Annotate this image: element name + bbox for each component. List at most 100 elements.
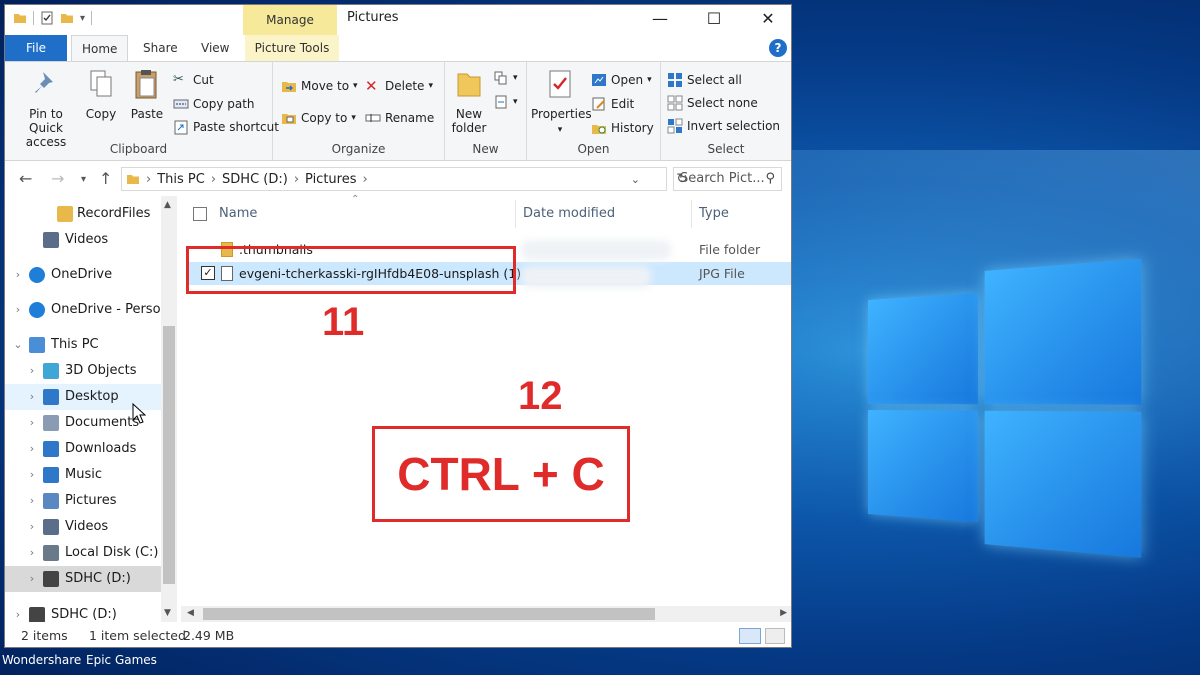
chevron-right-icon[interactable]: ›: [27, 384, 37, 410]
taskbar-app-wondershare[interactable]: Wondershare: [2, 650, 81, 670]
move-to-button[interactable]: Move to ▾: [281, 76, 358, 96]
new-group: New folder ▾ ▾ New: [445, 62, 527, 160]
scrollbar-thumb[interactable]: [163, 326, 175, 584]
nav-item[interactable]: › SDHC (D:): [5, 602, 161, 622]
nav-item[interactable]: › Downloads: [5, 436, 161, 462]
details-view-icon[interactable]: [739, 628, 761, 644]
open-button[interactable]: Open ▾: [591, 70, 652, 90]
breadcrumb-separator: ›: [210, 171, 217, 187]
customize-qat-icon[interactable]: ▾: [80, 13, 85, 24]
minimize-button[interactable]: —: [637, 5, 683, 33]
back-arrow-icon[interactable]: ←: [19, 169, 32, 188]
search-input[interactable]: Search Pict... ⚲: [673, 167, 782, 191]
copy-button[interactable]: Copy: [83, 68, 119, 121]
paste-button[interactable]: Paste: [127, 68, 167, 121]
chevron-right-icon[interactable]: ›: [13, 262, 23, 288]
nav-item[interactable]: ⌄ This PC: [5, 332, 161, 358]
copy-to-button[interactable]: Copy to ▾: [281, 108, 356, 128]
nav-item[interactable]: › Music: [5, 462, 161, 488]
maximize-button[interactable]: ☐: [691, 5, 737, 33]
edit-label: Edit: [611, 97, 635, 111]
nav-item[interactable]: Videos: [5, 227, 161, 253]
nav-item[interactable]: › SDHC (D:): [5, 566, 161, 592]
paste-shortcut-icon: [174, 120, 188, 135]
chevron-right-icon[interactable]: ›: [27, 540, 37, 566]
up-arrow-icon[interactable]: ↑: [99, 169, 112, 188]
navigation-scrollbar[interactable]: ▲ ▼: [161, 196, 177, 622]
new-item-button[interactable]: ▾: [493, 68, 518, 88]
properties-button[interactable]: Properties ▾: [531, 68, 592, 137]
edit-button[interactable]: Edit: [591, 94, 634, 114]
pictures-icon: [43, 493, 59, 509]
tab-view[interactable]: View: [191, 35, 239, 61]
nav-item[interactable]: › OneDrive: [5, 262, 161, 288]
column-date-modified[interactable]: Date modified: [523, 196, 615, 232]
tab-share[interactable]: Share: [133, 35, 188, 61]
nav-item[interactable]: › OneDrive - Person: [5, 297, 169, 323]
chevron-right-icon[interactable]: ›: [27, 566, 37, 592]
chevron-right-icon[interactable]: ›: [27, 488, 37, 514]
scroll-up-icon[interactable]: ▲: [164, 200, 171, 210]
history-button[interactable]: History: [591, 118, 654, 138]
select-all-button[interactable]: Select all: [667, 70, 742, 90]
nav-item[interactable]: › 3D Objects: [5, 358, 161, 384]
new-folder-icon[interactable]: [60, 11, 74, 25]
chevron-right-icon[interactable]: ›: [27, 410, 37, 436]
scroll-right-icon[interactable]: ▶: [780, 608, 787, 618]
nav-item[interactable]: › Pictures: [5, 488, 161, 514]
address-bar[interactable]: › This PC › SDHC (D:) › Pictures › ⌄ ↻: [121, 167, 688, 191]
chevron-right-icon[interactable]: ›: [13, 297, 23, 323]
invert-selection-button[interactable]: Invert selection: [667, 116, 780, 136]
help-icon[interactable]: ?: [769, 39, 787, 57]
tab-picture-tools[interactable]: Picture Tools: [245, 35, 339, 61]
new-folder-button[interactable]: New folder: [449, 68, 489, 135]
breadcrumb-this-pc[interactable]: This PC: [157, 172, 205, 187]
delete-button[interactable]: ✕ Delete ▾: [365, 76, 433, 96]
properties-icon[interactable]: [40, 11, 54, 25]
status-bar: 2 items 1 item selected 2.49 MB: [5, 625, 791, 647]
chevron-right-icon[interactable]: ›: [27, 514, 37, 540]
rename-button[interactable]: Rename: [365, 108, 434, 128]
scroll-left-icon[interactable]: ◀: [187, 608, 194, 618]
nav-item-label: This PC: [51, 337, 99, 352]
breadcrumb-sdhc[interactable]: SDHC (D:): [222, 172, 288, 187]
copy-path-button[interactable]: Copy path: [173, 94, 255, 114]
select-all-checkbox[interactable]: [193, 207, 207, 221]
tab-file[interactable]: File: [5, 35, 67, 61]
chevron-right-icon[interactable]: ›: [13, 602, 23, 622]
pin-icon: [35, 72, 53, 93]
pin-to-quick-access-button[interactable]: Pin to Quick access: [11, 68, 81, 149]
large-icons-view-icon[interactable]: [765, 628, 785, 644]
paste-icon: [135, 70, 157, 99]
chevron-down-icon: ▾: [428, 81, 433, 91]
column-name[interactable]: Name: [219, 196, 257, 232]
tab-home[interactable]: Home: [71, 35, 129, 62]
taskbar-app-epic-games[interactable]: Epic Games: [86, 650, 157, 670]
address-dropdown-icon[interactable]: ⌄: [631, 173, 640, 186]
horizontal-scrollbar-thumb[interactable]: [203, 608, 655, 620]
column-type[interactable]: Type: [699, 196, 729, 232]
nav-item[interactable]: › Local Disk (C:): [5, 540, 161, 566]
nav-item[interactable]: RecordFiles: [5, 201, 161, 227]
new-group-label: New: [472, 142, 499, 156]
recent-locations-icon[interactable]: ▾: [81, 174, 86, 185]
expanded-chevron-icon[interactable]: ⌄: [13, 332, 23, 358]
folder-icon[interactable]: [13, 11, 27, 25]
breadcrumb-pictures[interactable]: Pictures: [305, 172, 356, 187]
chevron-right-icon[interactable]: ›: [27, 462, 37, 488]
chevron-right-icon[interactable]: ›: [27, 358, 37, 384]
paste-shortcut-button[interactable]: Paste shortcut: [173, 117, 279, 137]
nav-item[interactable]: › Videos: [5, 514, 161, 540]
horizontal-scrollbar[interactable]: ◀ ▶: [181, 606, 791, 622]
properties-label: Properties: [531, 107, 592, 121]
cut-button[interactable]: ✂ Cut: [173, 70, 214, 90]
forward-arrow-icon[interactable]: →: [51, 169, 64, 188]
select-none-button[interactable]: Select none: [667, 93, 758, 113]
close-button[interactable]: ✕: [745, 5, 791, 33]
easy-access-button[interactable]: ▾: [493, 92, 518, 112]
manage-tab[interactable]: Manage: [243, 5, 337, 35]
chevron-right-icon[interactable]: ›: [27, 436, 37, 462]
scroll-down-icon[interactable]: ▼: [164, 608, 171, 618]
windows-logo-icon: [868, 258, 1149, 558]
sort-arrow-icon: ⌃: [351, 194, 360, 205]
